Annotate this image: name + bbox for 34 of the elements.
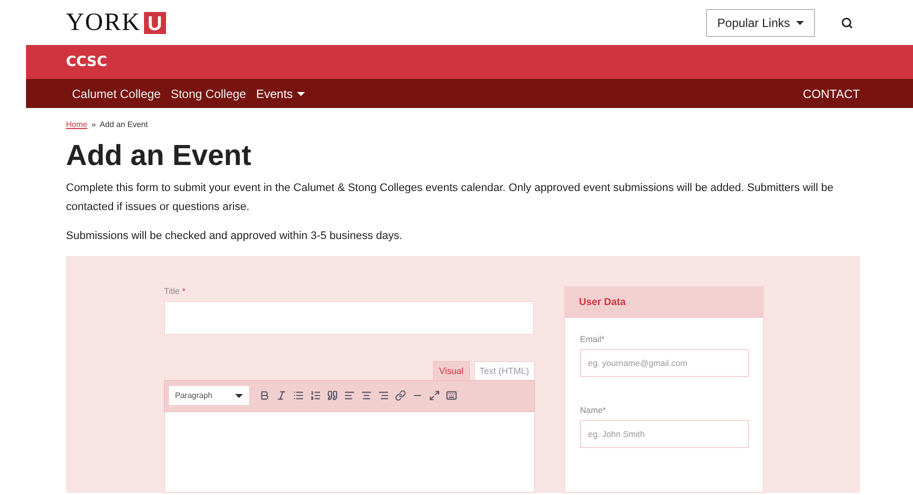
fullscreen-icon[interactable] [429,390,440,402]
field-label: Email* [580,334,606,344]
keyboard-icon[interactable] [446,390,457,402]
input-field[interactable]: eg. John Smith [580,420,749,448]
nav-link[interactable]: Calumet College [72,86,161,100]
intro-paragraph: Complete this form to submit your event in the Calumet & Stong Colleges events calendar. Only approved event submissions will be added. Submitters will be contacted if issues or questions arise. [66,180,834,215]
bullet-list-icon[interactable] [293,390,304,402]
title-label: Title * [164,286,186,296]
logo-text: YORK [66,8,141,36]
bold-icon[interactable] [259,390,270,402]
breadcrumb-home-link[interactable]: Home [66,120,88,129]
breadcrumb-separator: » [91,120,96,129]
nav-link[interactable]: Stong College [170,86,246,100]
quote-icon[interactable] [327,390,338,402]
search-icon[interactable] [841,16,853,28]
italic-icon[interactable] [276,390,287,402]
align-right-icon[interactable] [378,390,389,402]
format-select[interactable]: Paragraph [169,386,249,406]
align-left-icon[interactable] [344,390,355,402]
title-input[interactable] [164,300,534,335]
field-label: Name* [580,404,607,415]
popular-links-button[interactable]: Popular Links [706,8,815,36]
align-center-icon[interactable] [361,390,372,402]
link-icon[interactable] [395,390,406,402]
breadcrumb-current: Add an Event [100,120,148,129]
card-title: User Data [579,296,626,308]
site-title: CCSC [66,54,108,70]
intro-paragraph: Submissions will be checked and approved within 3-5 business days. [66,228,404,244]
nav-link[interactable]: Events [256,86,305,100]
numbered-list-icon[interactable] [310,390,321,402]
contact-link[interactable]: CONTACT [802,86,860,100]
input-field[interactable]: eg. yourname@gmail.com [580,348,749,377]
page-title: Add an Event [66,141,252,173]
logo-mark: U [144,12,166,34]
